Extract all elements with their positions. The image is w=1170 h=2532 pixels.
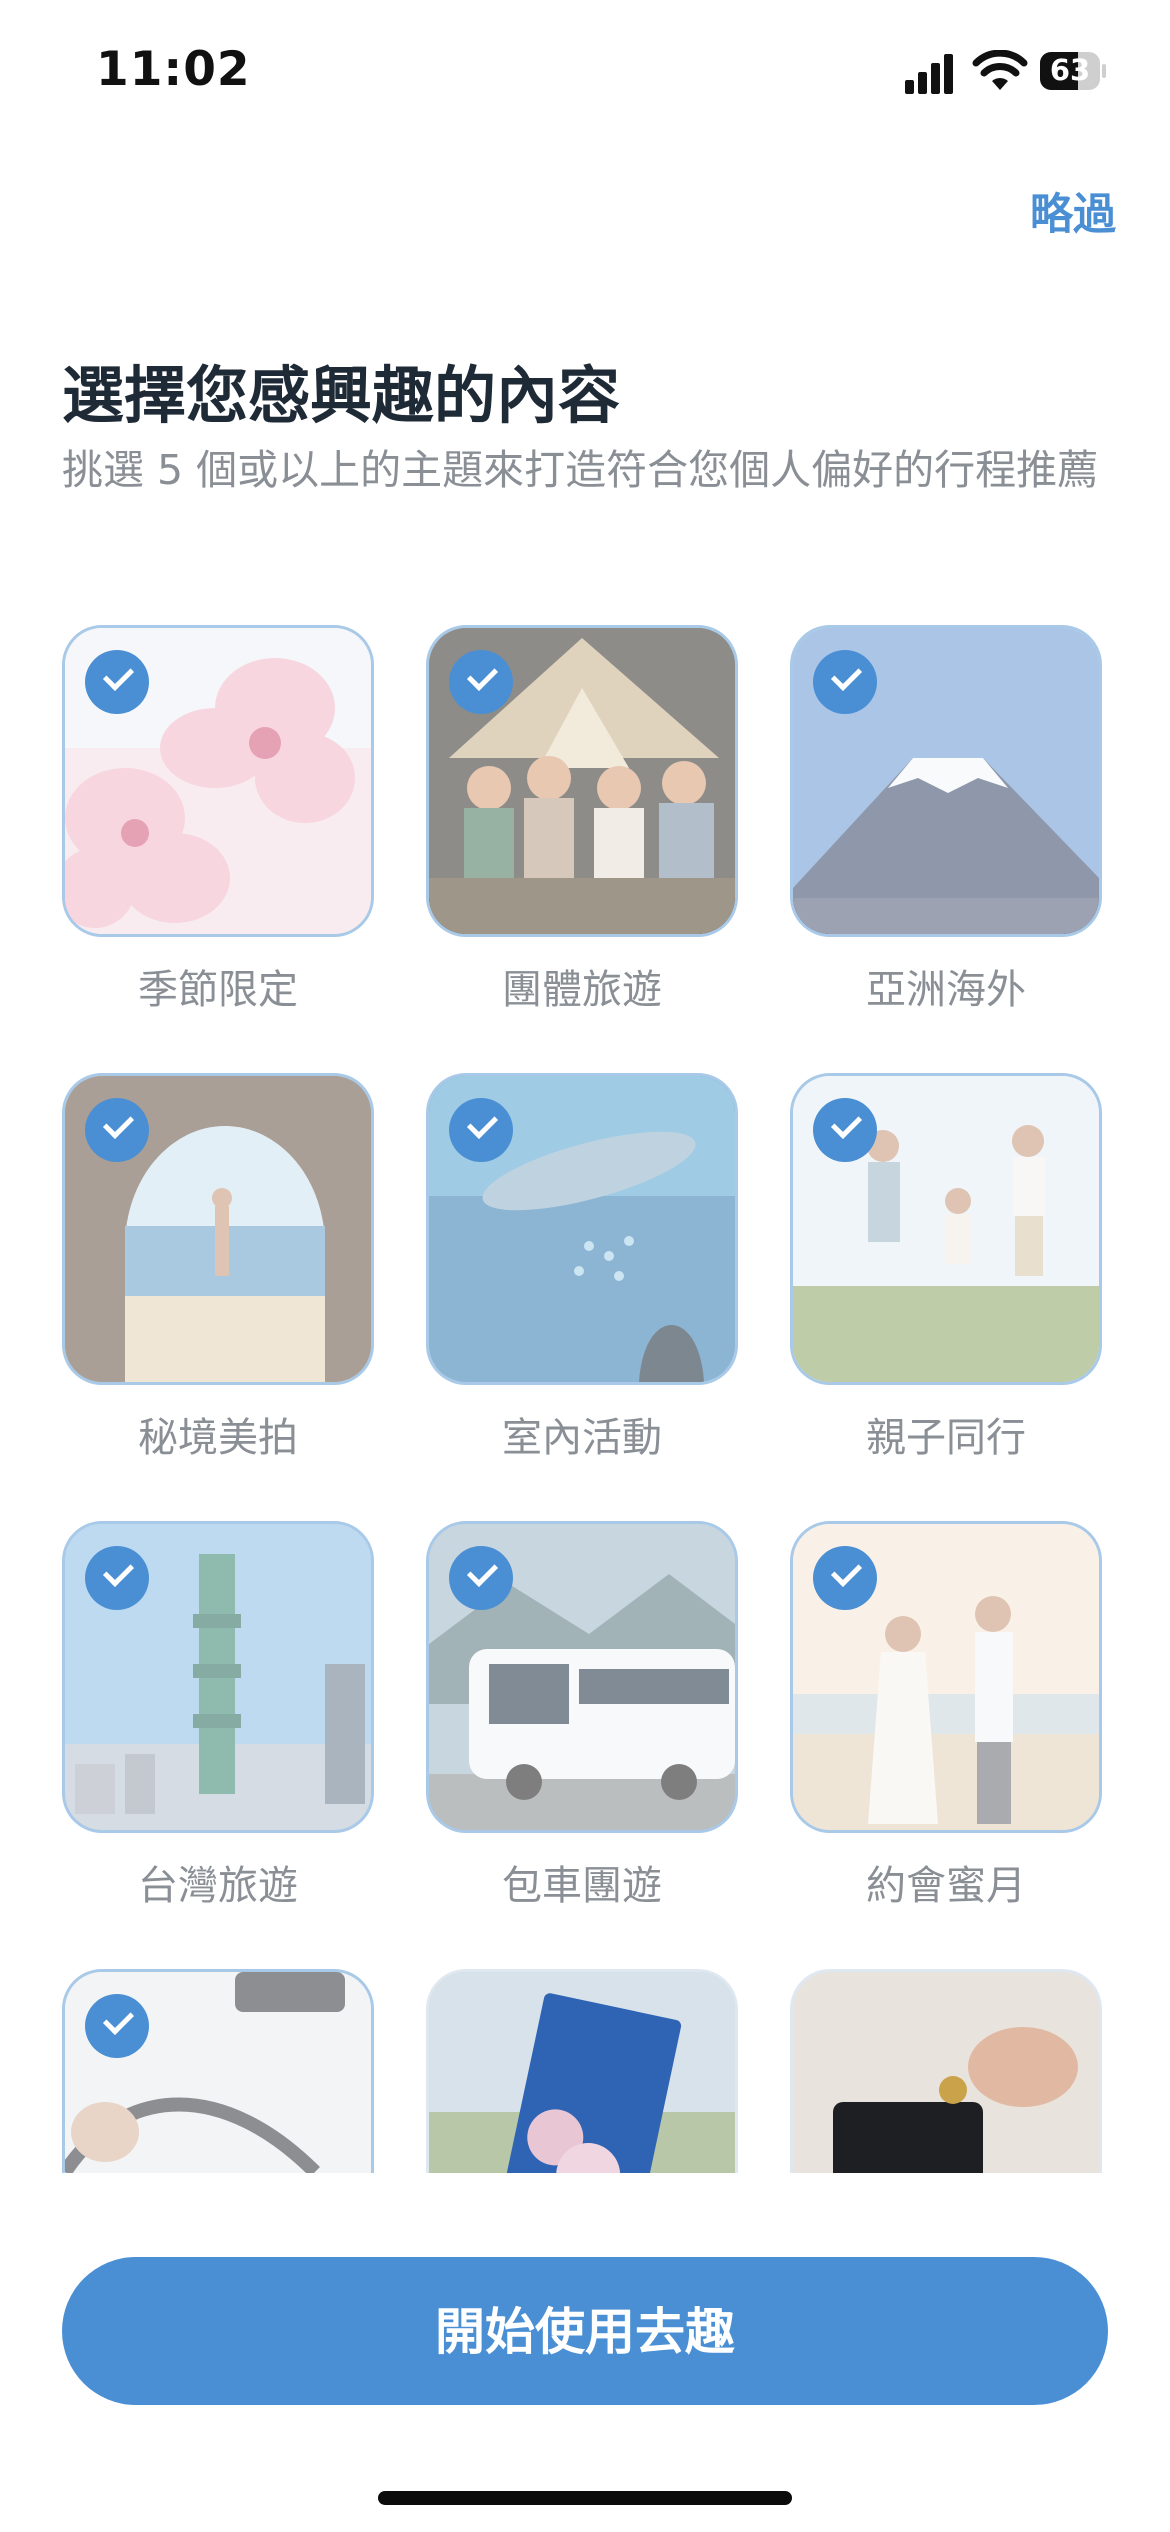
topic-grid: 季節限定 團體旅遊 亞洲海外 秘境美拍 室內活動 親子同行 台灣旅遊 包車團遊 … — [62, 625, 1108, 2173]
selected-check-icon — [813, 1546, 877, 1610]
topic-card-honeymoon[interactable]: 約會蜜月 — [790, 1521, 1102, 1911]
wifi-icon — [972, 50, 1028, 90]
topic-tile[interactable] — [426, 625, 738, 937]
selected-check-icon — [85, 650, 149, 714]
selected-check-icon — [85, 1098, 149, 1162]
topic-card-budget[interactable] — [790, 1969, 1102, 2173]
selected-check-icon — [449, 650, 513, 714]
topic-label: 室內活動 — [502, 1415, 662, 1461]
home-indicator[interactable] — [378, 2491, 792, 2505]
topic-card-seasonal[interactable]: 季節限定 — [62, 625, 374, 1015]
topic-tile[interactable] — [426, 1073, 738, 1385]
topic-card-charter[interactable]: 包車團遊 — [426, 1521, 738, 1911]
topic-card-family[interactable]: 親子同行 — [790, 1073, 1102, 1463]
topic-label: 親子同行 — [866, 1415, 1026, 1461]
coin-wallet-image — [793, 1972, 1099, 2173]
topic-card-taiwan[interactable]: 台灣旅遊 — [62, 1521, 374, 1911]
topic-card-asia-overseas[interactable]: 亞洲海外 — [790, 625, 1102, 1015]
topic-tile[interactable] — [790, 1073, 1102, 1385]
selected-check-icon — [85, 1994, 149, 2058]
status-bar: 11:02 63 — [0, 0, 1170, 140]
topic-label: 約會蜜月 — [866, 1863, 1026, 1909]
topic-tile[interactable] — [790, 1969, 1102, 2173]
topic-card-rail-pass[interactable] — [426, 1969, 738, 2173]
start-button[interactable]: 開始使用去趣 — [62, 2257, 1108, 2405]
topic-card-group-tour[interactable]: 團體旅遊 — [426, 625, 738, 1015]
topic-label: 團體旅遊 — [502, 967, 662, 1013]
topic-tile[interactable] — [62, 1969, 374, 2173]
selected-check-icon — [813, 650, 877, 714]
selected-check-icon — [85, 1546, 149, 1610]
topic-label: 季節限定 — [138, 967, 298, 1013]
page-title: 選擇您感興趣的內容 — [62, 359, 621, 432]
battery-percent: 63 — [1049, 53, 1091, 87]
topic-tile[interactable] — [426, 1969, 738, 2173]
topic-tile[interactable] — [426, 1521, 738, 1833]
topic-card-indoor[interactable]: 室內活動 — [426, 1073, 738, 1463]
topic-label: 亞洲海外 — [866, 967, 1026, 1013]
rail-pass-image — [429, 1972, 735, 2173]
topic-card-hidden-gems[interactable]: 秘境美拍 — [62, 1073, 374, 1463]
topic-tile[interactable] — [790, 625, 1102, 937]
status-time: 11:02 — [96, 42, 251, 97]
topic-label: 秘境美拍 — [138, 1415, 298, 1461]
battery-icon: 63 — [1040, 52, 1106, 92]
skip-button[interactable]: 略過 — [1030, 180, 1116, 242]
cellular-signal-icon — [905, 52, 953, 94]
topic-tile[interactable] — [62, 1073, 374, 1385]
topic-label: 台灣旅遊 — [138, 1863, 298, 1909]
topic-label: 包車團遊 — [502, 1863, 662, 1909]
selected-check-icon — [449, 1546, 513, 1610]
topic-tile[interactable] — [790, 1521, 1102, 1833]
selected-check-icon — [449, 1098, 513, 1162]
page-subtitle: 挑選 5 個或以上的主題來打造符合您個人偏好的行程推薦 — [62, 446, 1099, 494]
selected-check-icon — [813, 1098, 877, 1162]
topic-tile[interactable] — [62, 625, 374, 937]
topic-card-driving[interactable] — [62, 1969, 374, 2173]
topic-tile[interactable] — [62, 1521, 374, 1833]
